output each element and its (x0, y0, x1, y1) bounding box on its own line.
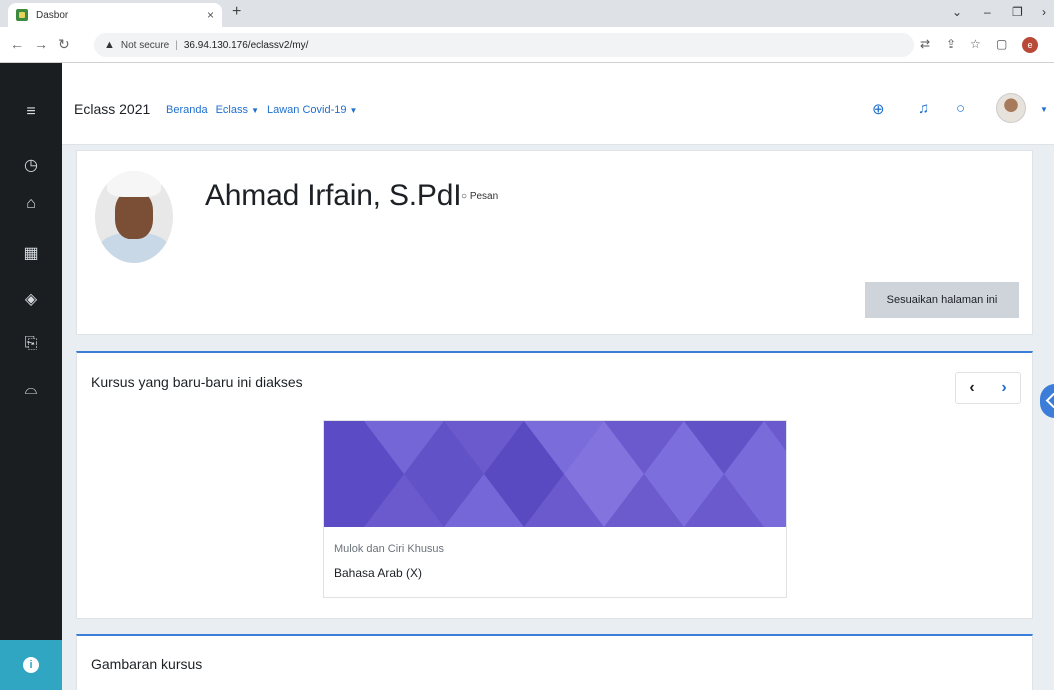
new-tab-button[interactable]: + (232, 3, 241, 21)
warning-icon: ▲ (104, 39, 115, 51)
course-card[interactable]: Mulok dan Ciri Khusus Bahasa Arab (X) (323, 420, 787, 598)
tab-title: Dasbor (36, 9, 69, 21)
nav-link-label: Lawan Covid-19 (266, 104, 347, 116)
nav-drawer: ≡ ◷ ⌂ ▦ ◈ ⎘ ⌓ i (0, 63, 62, 690)
files-icon[interactable]: ⎘ (0, 335, 62, 353)
maximize-icon[interactable]: ❐ (1012, 5, 1023, 19)
caret-down-icon: ▼ (251, 106, 259, 115)
side-panel-icon[interactable]: ▢ (996, 37, 1007, 51)
profile-avatar (95, 171, 173, 263)
page-title: Ahmad Irfain, S.PdI (205, 179, 462, 212)
browser-tab-bar: Dasbor × + ⌄ – ❐ › (0, 0, 1054, 27)
avatar-cap (107, 171, 161, 197)
calendar-icon[interactable]: ▦ (0, 243, 62, 263)
site-navbar: Eclass 2021 Beranda Eclass ▼ Lawan Covid… (62, 63, 1054, 145)
right-drawer-toggle[interactable] (1040, 384, 1054, 418)
address-bar: ← → ↻ ▲ Not secure | 36.94.130.176/eclas… (0, 27, 1054, 63)
prev-button[interactable]: ‹ (956, 373, 988, 403)
layers-icon[interactable]: ◈ (0, 289, 62, 309)
bookmark-star-icon[interactable]: ☆ (970, 37, 981, 51)
nav-link-eclass[interactable]: Eclass ▼ (216, 104, 259, 116)
home-icon[interactable]: ⌂ (0, 195, 62, 213)
caret-down-icon: ▼ (349, 106, 358, 115)
customize-page-button[interactable]: Sesuaikan halaman ini (865, 282, 1019, 318)
nav-link-label: Eclass (215, 104, 248, 116)
next-button[interactable]: › (988, 373, 1020, 403)
forward-icon[interactable]: → (34, 36, 48, 52)
url-text: 36.94.130.176/eclassv2/my/ (183, 39, 309, 51)
block-title: Kursus yang baru-baru ini diakses (91, 374, 303, 390)
reload-icon[interactable]: ↻ (58, 36, 70, 53)
site-favicon-icon (16, 9, 28, 21)
url-input[interactable]: ▲ Not secure | 36.94.130.176/eclassv2/my… (94, 33, 914, 57)
course-pattern (324, 421, 786, 527)
share-icon[interactable]: ⇪ (946, 37, 956, 51)
user-avatar[interactable] (996, 93, 1026, 123)
drawer-bottom-button[interactable]: i (0, 640, 62, 690)
tab-close-icon[interactable]: × (207, 8, 214, 22)
dashboard-icon[interactable]: ◷ (0, 155, 62, 175)
chat-icon[interactable]: ○ (956, 100, 965, 117)
bell-icon[interactable]: ♫ (918, 100, 929, 117)
course-overview-block: Gambaran kursus (76, 634, 1033, 690)
browser-profile-icon[interactable]: e (1022, 37, 1038, 53)
graduation-cap-icon[interactable]: ⌓ (0, 381, 62, 399)
course-image[interactable] (324, 421, 786, 527)
minimize-icon[interactable]: – (984, 5, 991, 19)
recent-courses-block: Kursus yang baru-baru ini diakses ‹ › Mu… (76, 351, 1033, 619)
tab-search-icon[interactable]: ⌄ (952, 5, 962, 19)
security-label: Not secure (120, 39, 170, 51)
page-header-card: Ahmad Irfain, S.PdI ○ Pesan Sesuaikan ha… (76, 150, 1033, 335)
course-category: Mulok dan Ciri Khusus (334, 543, 445, 555)
browser-tab[interactable]: Dasbor × (8, 3, 222, 27)
block-title: Gambaran kursus (91, 656, 203, 672)
translate-icon[interactable]: ⇄ (920, 37, 930, 51)
nav-link-beranda[interactable]: Beranda (166, 104, 208, 116)
url-separator: | (175, 39, 178, 51)
site-brand[interactable]: Eclass 2021 (74, 101, 150, 117)
carousel-pager: ‹ › (955, 372, 1021, 404)
back-icon[interactable]: ← (10, 36, 24, 52)
nav-link-lawan-covid[interactable]: Lawan Covid-19 ▼ (267, 104, 357, 116)
info-icon: i (23, 657, 39, 673)
menu-icon[interactable]: ≡ (0, 103, 62, 121)
close-window-icon[interactable]: › (1042, 5, 1046, 19)
message-link[interactable]: ○ Pesan (461, 191, 498, 202)
primary-nav: Beranda Eclass ▼ Lawan Covid-19 ▼ (166, 104, 357, 116)
user-menu-caret-icon[interactable]: ▼ (1040, 105, 1048, 114)
avatar-face (115, 191, 153, 239)
globe-icon[interactable]: ⊕ (872, 100, 885, 118)
course-name-link[interactable]: Bahasa Arab (X) (334, 566, 422, 580)
message-label: Pesan (469, 191, 499, 202)
